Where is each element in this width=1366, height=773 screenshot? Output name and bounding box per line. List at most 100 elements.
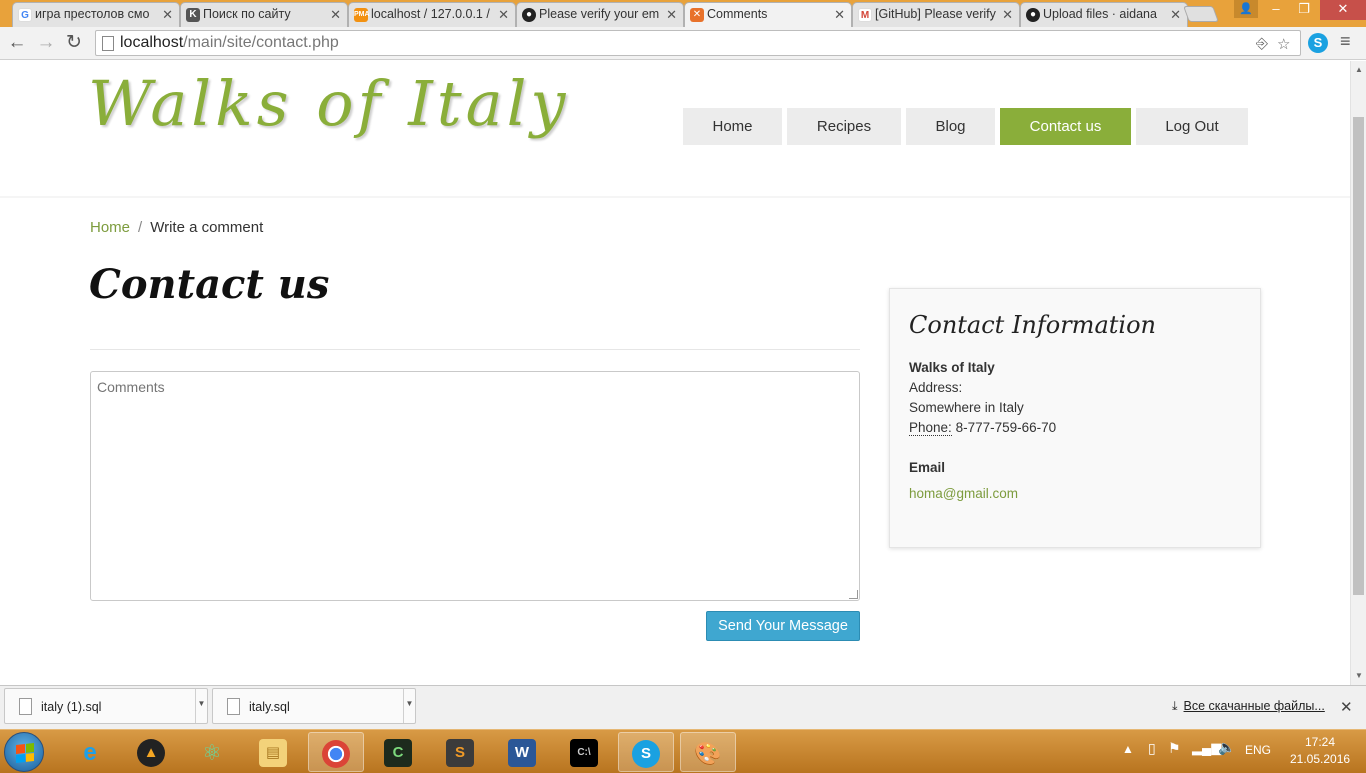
file-icon bbox=[19, 698, 32, 715]
forward-arrow-icon[interactable]: → bbox=[34, 31, 58, 55]
system-clock[interactable]: 17:24 21.05.2016 bbox=[1290, 734, 1350, 768]
page-title: Contact us bbox=[89, 261, 330, 308]
battery-icon[interactable]: ▯ bbox=[1148, 740, 1156, 757]
nav-log-out[interactable]: Log Out bbox=[1136, 108, 1248, 145]
tab-title: Upload files · aidana bbox=[1043, 7, 1157, 21]
close-tab-icon[interactable]: ✕ bbox=[1170, 7, 1181, 23]
send-message-button[interactable]: Send Your Message bbox=[706, 611, 860, 641]
download-shelf: italy (1).sql ▼ italy.sql ▼ ⤓ Все скачанн… bbox=[0, 685, 1366, 729]
new-tab-button[interactable] bbox=[1183, 6, 1219, 22]
internet-explorer-icon[interactable]: e bbox=[62, 732, 118, 772]
paint-icon[interactable]: 🎨 bbox=[680, 732, 736, 772]
scroll-up-arrow-icon[interactable]: ▲ bbox=[1355, 65, 1363, 74]
bookmark-star-icon[interactable]: ☆ bbox=[1277, 35, 1290, 53]
contact-information-card: Contact Information Walks of Italy Addre… bbox=[889, 288, 1261, 548]
minimize-icon[interactable]: ‒ bbox=[1262, 0, 1290, 20]
all-downloads-link[interactable]: ⤓ Все скачанные файлы... bbox=[1172, 699, 1325, 714]
user-profile-icon[interactable]: 👤 bbox=[1234, 0, 1258, 18]
language-indicator[interactable]: ENG bbox=[1245, 743, 1271, 757]
windows-logo-icon bbox=[16, 743, 34, 763]
terminal-icon[interactable]: C bbox=[370, 732, 426, 772]
tab-phpmyadmin[interactable]: PMA localhost / 127.0.0.1 / ✕ bbox=[348, 2, 516, 27]
scroll-down-arrow-icon[interactable]: ▼ bbox=[1355, 671, 1363, 680]
atom-icon[interactable]: ⚛ bbox=[184, 732, 240, 772]
skype-icon[interactable]: S bbox=[618, 732, 674, 772]
breadcrumb-current: Write a comment bbox=[150, 219, 264, 236]
github-icon: ● bbox=[1026, 8, 1040, 22]
action-center-flag-icon[interactable]: ⚑ bbox=[1168, 740, 1181, 757]
scrollbar-thumb[interactable] bbox=[1353, 117, 1364, 595]
file-explorer-icon[interactable]: ▤ bbox=[245, 732, 301, 772]
contact-card-title: Contact Information bbox=[909, 311, 1156, 339]
tab-title: localhost / 127.0.0.1 / bbox=[371, 7, 490, 21]
textarea-resize-handle[interactable] bbox=[849, 590, 858, 599]
network-signal-icon[interactable]: ▂▄▆ bbox=[1192, 740, 1221, 756]
clock-date: 21.05.2016 bbox=[1290, 752, 1351, 766]
download-item[interactable]: italy (1).sql ▼ bbox=[4, 688, 208, 724]
tab-title: Comments bbox=[707, 7, 768, 21]
phone-value: 8-777-759-66-70 bbox=[955, 420, 1057, 435]
tab-google-search[interactable]: G игра престолов смо ✕ bbox=[12, 2, 180, 27]
page-scrollbar[interactable]: ▲ ▼ bbox=[1350, 61, 1366, 685]
email-heading: Email bbox=[909, 460, 946, 475]
skype-extension-icon[interactable]: S bbox=[1308, 33, 1328, 53]
close-tab-icon[interactable]: ✕ bbox=[162, 7, 173, 23]
address-bar[interactable]: localhost/main/site/contact.php ⎆ ☆ bbox=[95, 30, 1301, 56]
download-filename: italy (1).sql bbox=[41, 700, 102, 714]
phone-line: Phone: 8-777-759-66-70 bbox=[909, 420, 1057, 436]
nav-contact-us[interactable]: Contact us bbox=[1000, 108, 1131, 145]
github-icon: ● bbox=[522, 8, 536, 22]
reload-icon[interactable]: ↻ bbox=[62, 31, 86, 55]
company-name: Walks of Italy bbox=[909, 360, 995, 375]
close-tab-icon[interactable]: ✕ bbox=[1002, 7, 1013, 23]
tab-github-verify[interactable]: ● Please verify your em ✕ bbox=[516, 2, 684, 27]
chevron-down-icon[interactable]: ▼ bbox=[403, 689, 415, 723]
word-icon[interactable]: W bbox=[494, 732, 550, 772]
download-icon: ⤓ bbox=[1172, 699, 1178, 713]
close-tab-icon[interactable]: ✕ bbox=[330, 7, 341, 23]
comments-textarea[interactable] bbox=[90, 371, 860, 601]
close-tab-icon[interactable]: ✕ bbox=[834, 7, 845, 23]
windows-taskbar: e ▲ ⚛ ▤ C S W C:\ S 🎨 ▲ ▯ ⚑ ▂▄▆ 🔈 ENG 17… bbox=[0, 729, 1366, 773]
nav-blog[interactable]: Blog bbox=[906, 108, 995, 145]
tab-title: [GitHub] Please verify bbox=[875, 7, 996, 21]
browser-tab-strip: G игра престолов смо ✕ K Поиск по сайту … bbox=[0, 0, 1366, 27]
chevron-down-icon[interactable]: ▼ bbox=[195, 689, 207, 723]
breadcrumb-home-link[interactable]: Home bbox=[90, 219, 130, 236]
tab-site-search[interactable]: K Поиск по сайту ✕ bbox=[180, 2, 348, 27]
translate-icon[interactable]: ⎆ bbox=[1256, 35, 1268, 52]
url-text: localhost/main/site/contact.php bbox=[120, 34, 339, 51]
breadcrumb: Home / Write a comment bbox=[90, 219, 263, 236]
nav-home[interactable]: Home bbox=[683, 108, 782, 145]
close-tab-icon[interactable]: ✕ bbox=[498, 7, 509, 23]
window-close-icon[interactable]: ✕ bbox=[1320, 0, 1366, 20]
site-logo[interactable]: Walks of Italy bbox=[88, 67, 569, 140]
maximize-icon[interactable]: ❐ bbox=[1290, 0, 1318, 20]
tab-title: Please verify your em bbox=[539, 7, 660, 21]
volume-icon[interactable]: 🔈 bbox=[1218, 739, 1235, 756]
tab-comments[interactable]: ✕ Comments ✕ bbox=[684, 2, 852, 27]
tab-title: игра престолов смо bbox=[35, 7, 150, 21]
cmd-icon[interactable]: C:\ bbox=[556, 732, 612, 772]
back-arrow-icon[interactable]: ← bbox=[5, 31, 29, 55]
tab-gmail[interactable]: M [GitHub] Please verify ✕ bbox=[852, 2, 1020, 27]
xampp-icon: ✕ bbox=[690, 8, 704, 22]
tab-github-upload[interactable]: ● Upload files · aidana ✕ bbox=[1020, 2, 1188, 27]
close-tab-icon[interactable]: ✕ bbox=[666, 7, 677, 23]
k-site-icon: K bbox=[186, 8, 200, 22]
chrome-menu-icon[interactable]: ≡ bbox=[1340, 31, 1351, 52]
address-value: Somewhere in Italy bbox=[909, 400, 1024, 415]
download-item[interactable]: italy.sql ▼ bbox=[212, 688, 416, 724]
sublime-text-icon[interactable]: S bbox=[432, 732, 488, 772]
start-button[interactable] bbox=[4, 732, 44, 772]
nav-recipes[interactable]: Recipes bbox=[787, 108, 901, 145]
chrome-icon[interactable] bbox=[308, 732, 364, 772]
title-divider bbox=[90, 349, 860, 350]
email-link[interactable]: homa@gmail.com bbox=[909, 486, 1018, 501]
close-icon[interactable]: ✕ bbox=[1340, 698, 1353, 716]
show-hidden-icons-icon[interactable]: ▲ bbox=[1122, 742, 1134, 756]
phone-label: Phone: bbox=[909, 420, 952, 436]
aimp-icon[interactable]: ▲ bbox=[123, 732, 179, 772]
google-icon: G bbox=[18, 8, 32, 22]
phpmyadmin-icon: PMA bbox=[354, 8, 370, 22]
